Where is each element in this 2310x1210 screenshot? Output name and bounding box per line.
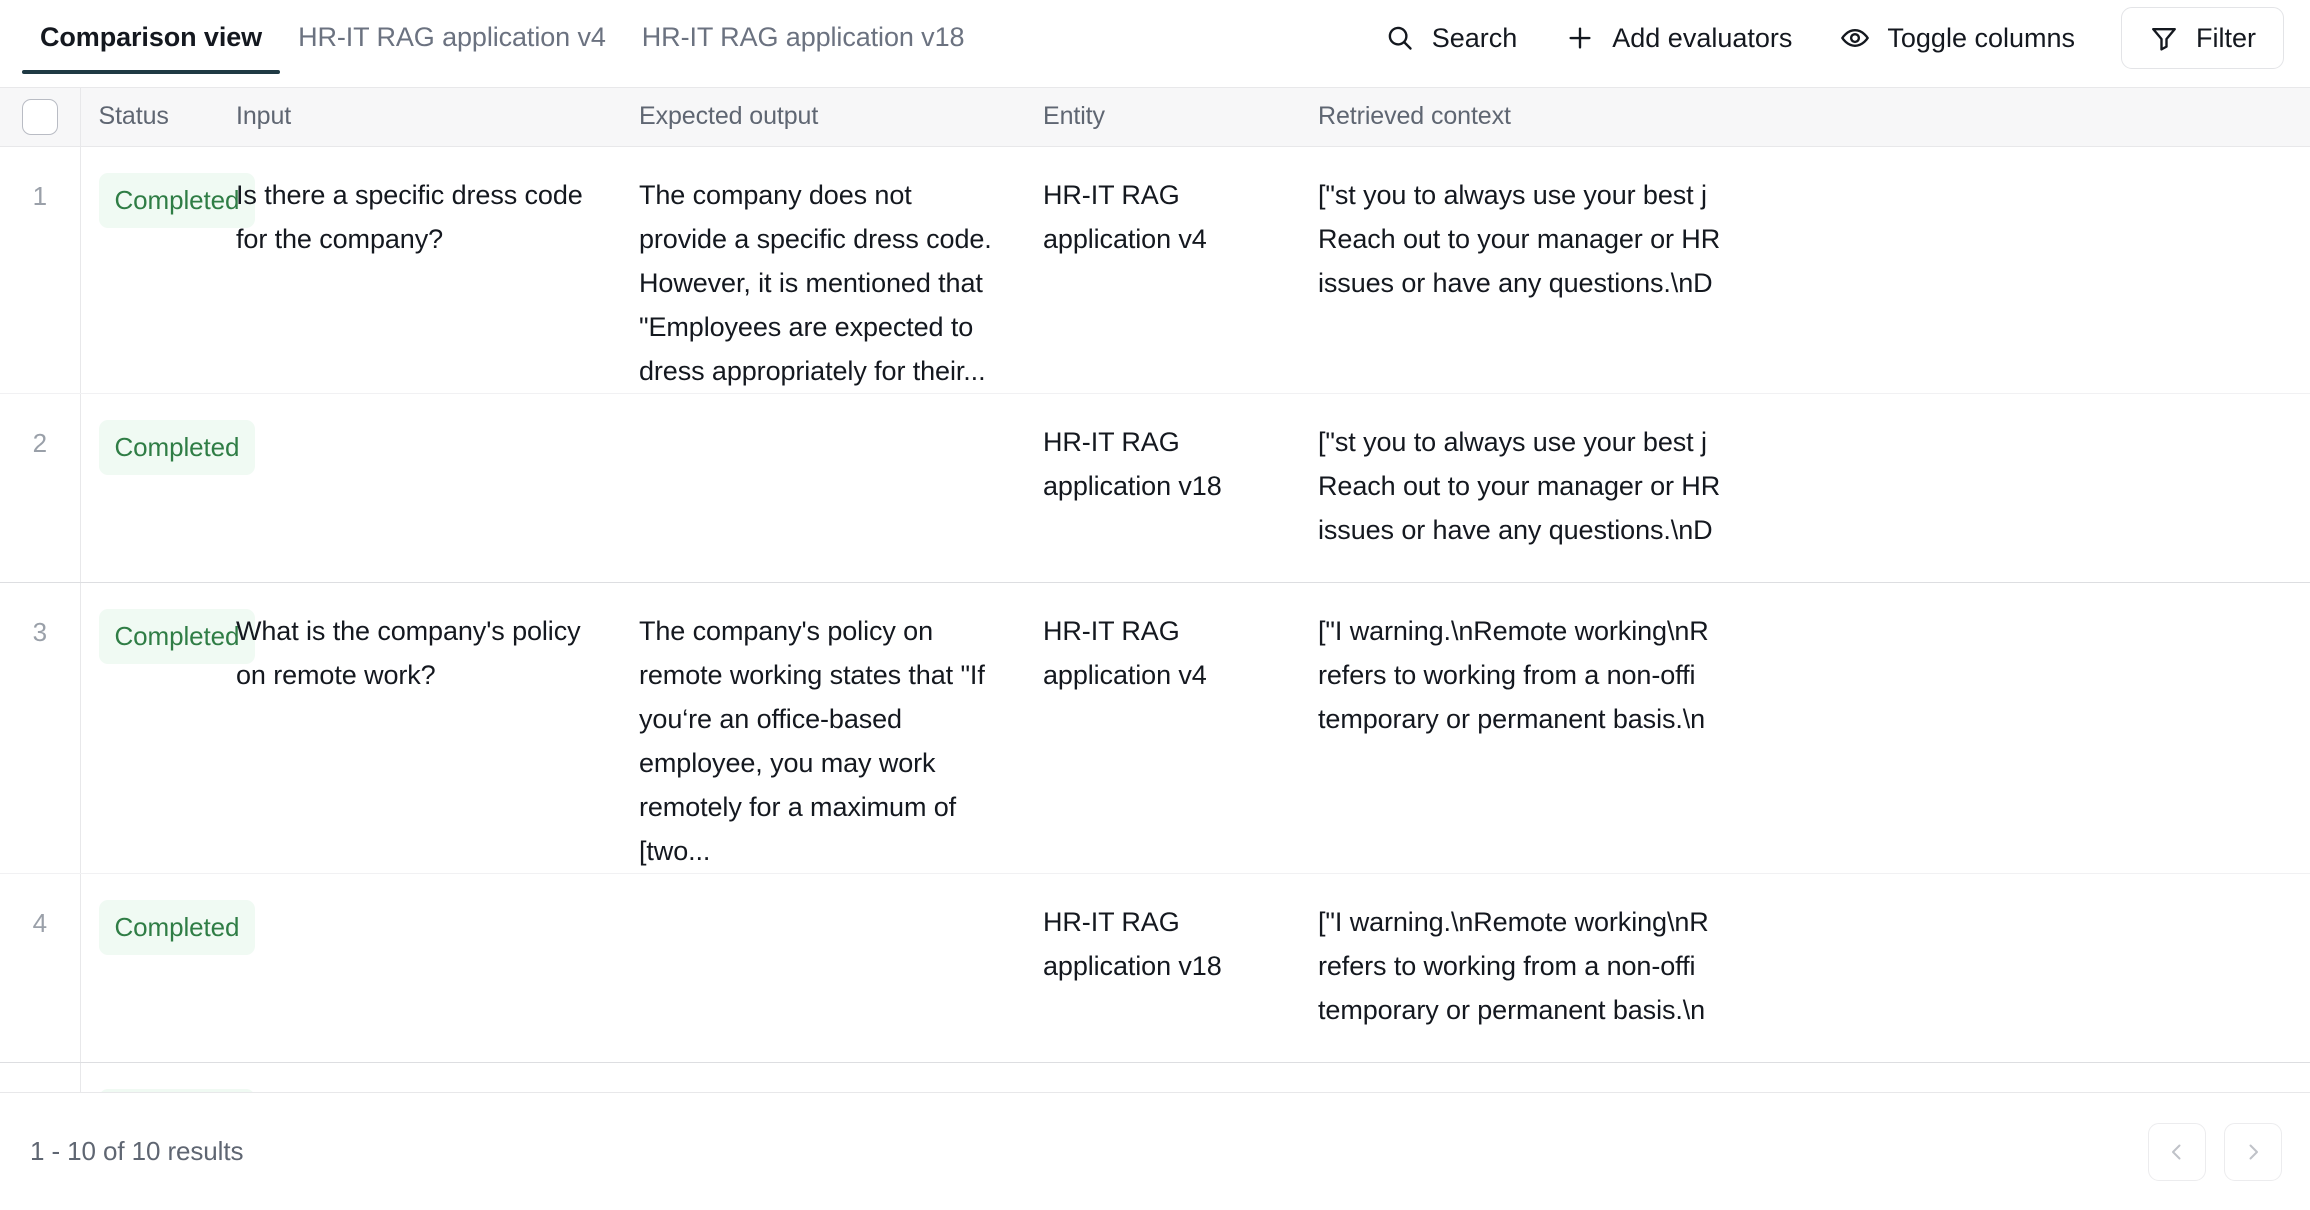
row-expected-output-cell: The company's policy on remote working s… bbox=[635, 582, 1039, 873]
table-row[interactable]: 5 Completed What is the company's policy… bbox=[0, 1062, 2310, 1092]
row-input-cell bbox=[228, 393, 635, 582]
input-text: What is the company's policy on remote w… bbox=[236, 1089, 595, 1093]
toggle-columns-button-label: Toggle columns bbox=[1887, 23, 2075, 54]
input-text: What is the company's policy on remote w… bbox=[236, 609, 595, 771]
select-all-checkbox[interactable] bbox=[22, 99, 58, 135]
row-retrieved-context-cell: ["I warning.\nRemote working\nR refers t… bbox=[1314, 582, 2310, 873]
table-footer: 1 - 10 of 10 results bbox=[0, 1092, 2310, 1210]
filter-button-label: Filter bbox=[2196, 23, 2256, 54]
input-text bbox=[236, 420, 595, 582]
row-expected-output-cell: The company does not provide a specific … bbox=[635, 146, 1039, 393]
tab-label: HR-IT RAG application v4 bbox=[298, 22, 606, 53]
row-expected-output-cell bbox=[635, 873, 1039, 1062]
row-input-cell: What is the company's policy on remote w… bbox=[228, 582, 635, 873]
row-entity-cell: HR-IT RAG application v18 bbox=[1039, 873, 1314, 1062]
retrieved-context-text: ["I warning.\nRemote working\nR refers t… bbox=[1318, 609, 2310, 741]
entity-text: HR-IT RAG application v18 bbox=[1043, 900, 1296, 988]
row-retrieved-context-cell: ["I warning.\nRemote working\nR refers t… bbox=[1314, 873, 2310, 1062]
tab-hr-it-rag-application-v4[interactable]: HR-IT RAG application v4 bbox=[280, 0, 624, 74]
row-entity-cell: HR-IT RAG application v4 bbox=[1039, 146, 1314, 393]
chevron-left-icon bbox=[2165, 1140, 2189, 1164]
column-header-retrieved-context[interactable]: Retrieved context bbox=[1314, 88, 2310, 146]
status-badge: Completed bbox=[99, 173, 256, 228]
column-header-entity[interactable]: Entity bbox=[1039, 88, 1314, 146]
chevron-right-icon bbox=[2241, 1140, 2265, 1164]
row-entity-cell: HR-IT RAG application v4 bbox=[1039, 1062, 1314, 1092]
table-row[interactable]: 4 Completed HR-IT RAG application v18 bbox=[0, 873, 2310, 1062]
row-input-cell: What is the company's policy on remote w… bbox=[228, 1062, 635, 1092]
plus-icon bbox=[1565, 23, 1595, 53]
row-status-cell: Completed bbox=[80, 393, 228, 582]
expected-output-text: The company's policy on remote working s… bbox=[639, 609, 1005, 873]
table-row[interactable]: 2 Completed HR-IT RAG application v18 bbox=[0, 393, 2310, 582]
results-table-container: Status Input Expected output Entity Retr… bbox=[0, 88, 2310, 1092]
tab-comparison-view[interactable]: Comparison view bbox=[22, 0, 280, 74]
status-badge: Completed bbox=[99, 900, 256, 955]
entity-text: HR-IT RAG application v4 bbox=[1043, 609, 1296, 697]
funnel-icon bbox=[2149, 23, 2179, 53]
column-header-status[interactable]: Status bbox=[80, 88, 228, 146]
row-input-cell bbox=[228, 873, 635, 1062]
row-status-cell: Completed bbox=[80, 146, 228, 393]
eye-icon bbox=[1840, 23, 1870, 53]
search-button[interactable]: Search bbox=[1361, 9, 1542, 67]
expected-output-text: The company does not provide a specific … bbox=[639, 173, 1005, 393]
add-evaluators-button-label: Add evaluators bbox=[1612, 23, 1792, 54]
row-expected-output-cell bbox=[635, 393, 1039, 582]
entity-text: HR-IT RAG application v4 bbox=[1043, 1089, 1296, 1093]
row-status-cell: Completed bbox=[80, 1062, 228, 1092]
row-expected-output-cell: The company does not allow remote work bbox=[635, 1062, 1039, 1092]
expected-output-text: The company does not allow remote work bbox=[639, 1089, 1005, 1093]
tab-hr-it-rag-application-v18[interactable]: HR-IT RAG application v18 bbox=[624, 0, 983, 74]
search-icon bbox=[1385, 23, 1415, 53]
pagination bbox=[2148, 1123, 2282, 1181]
row-status-cell: Completed bbox=[80, 873, 228, 1062]
select-all-header bbox=[0, 88, 80, 146]
search-button-label: Search bbox=[1432, 23, 1518, 54]
row-retrieved-context-cell: ["I warning.\nRemote working\nR refers t… bbox=[1314, 1062, 2310, 1092]
row-input-cell: Is there a specific dress code for the c… bbox=[228, 146, 635, 393]
row-number: 1 bbox=[0, 146, 80, 393]
status-badge: Completed bbox=[99, 420, 256, 475]
top-bar: Comparison view HR-IT RAG application v4… bbox=[0, 0, 2310, 88]
table-body: 1 Completed Is there a specific dress co… bbox=[0, 146, 2310, 1092]
row-number: 2 bbox=[0, 393, 80, 582]
status-badge: Completed bbox=[99, 1089, 256, 1093]
table-header: Status Input Expected output Entity Retr… bbox=[0, 88, 2310, 146]
tab-bar: Comparison view HR-IT RAG application v4… bbox=[0, 0, 982, 88]
status-badge: Completed bbox=[99, 609, 256, 664]
input-text: Is there a specific dress code for the c… bbox=[236, 173, 595, 335]
tab-label: HR-IT RAG application v18 bbox=[642, 22, 965, 53]
column-header-expected-output[interactable]: Expected output bbox=[635, 88, 1039, 146]
row-entity-cell: HR-IT RAG application v18 bbox=[1039, 393, 1314, 582]
row-status-cell: Completed bbox=[80, 582, 228, 873]
input-text bbox=[236, 900, 595, 1062]
retrieved-context-text: ["I warning.\nRemote working\nR refers t… bbox=[1318, 900, 2310, 1032]
add-evaluators-button[interactable]: Add evaluators bbox=[1541, 9, 1816, 67]
toggle-columns-button[interactable]: Toggle columns bbox=[1816, 9, 2099, 67]
entity-text: HR-IT RAG application v4 bbox=[1043, 173, 1296, 261]
tab-label: Comparison view bbox=[40, 22, 262, 53]
previous-page-button[interactable] bbox=[2148, 1123, 2206, 1181]
filter-button[interactable]: Filter bbox=[2121, 7, 2284, 69]
row-number: 3 bbox=[0, 582, 80, 873]
retrieved-context-text: ["st you to always use your best j Reach… bbox=[1318, 173, 2310, 305]
table-row[interactable]: 1 Completed Is there a specific dress co… bbox=[0, 146, 2310, 393]
entity-text: HR-IT RAG application v18 bbox=[1043, 420, 1296, 508]
action-bar: Search Add evaluators bbox=[1361, 0, 2284, 72]
table-header-row: Status Input Expected output Entity Retr… bbox=[0, 88, 2310, 146]
row-retrieved-context-cell: ["st you to always use your best j Reach… bbox=[1314, 146, 2310, 393]
table-row[interactable]: 3 Completed What is the company's policy… bbox=[0, 582, 2310, 873]
retrieved-context-text: ["st you to always use your best j Reach… bbox=[1318, 420, 2310, 552]
retrieved-context-text: ["I warning.\nRemote working\nR refers t… bbox=[1318, 1089, 2310, 1093]
row-entity-cell: HR-IT RAG application v4 bbox=[1039, 582, 1314, 873]
row-number: 4 bbox=[0, 873, 80, 1062]
results-table: Status Input Expected output Entity Retr… bbox=[0, 88, 2310, 1092]
next-page-button[interactable] bbox=[2224, 1123, 2282, 1181]
row-number: 5 bbox=[0, 1062, 80, 1092]
row-retrieved-context-cell: ["st you to always use your best j Reach… bbox=[1314, 393, 2310, 582]
comparison-view-page: Comparison view HR-IT RAG application v4… bbox=[0, 0, 2310, 1210]
column-header-input[interactable]: Input bbox=[228, 88, 635, 146]
results-count: 1 - 10 of 10 results bbox=[30, 1136, 243, 1167]
